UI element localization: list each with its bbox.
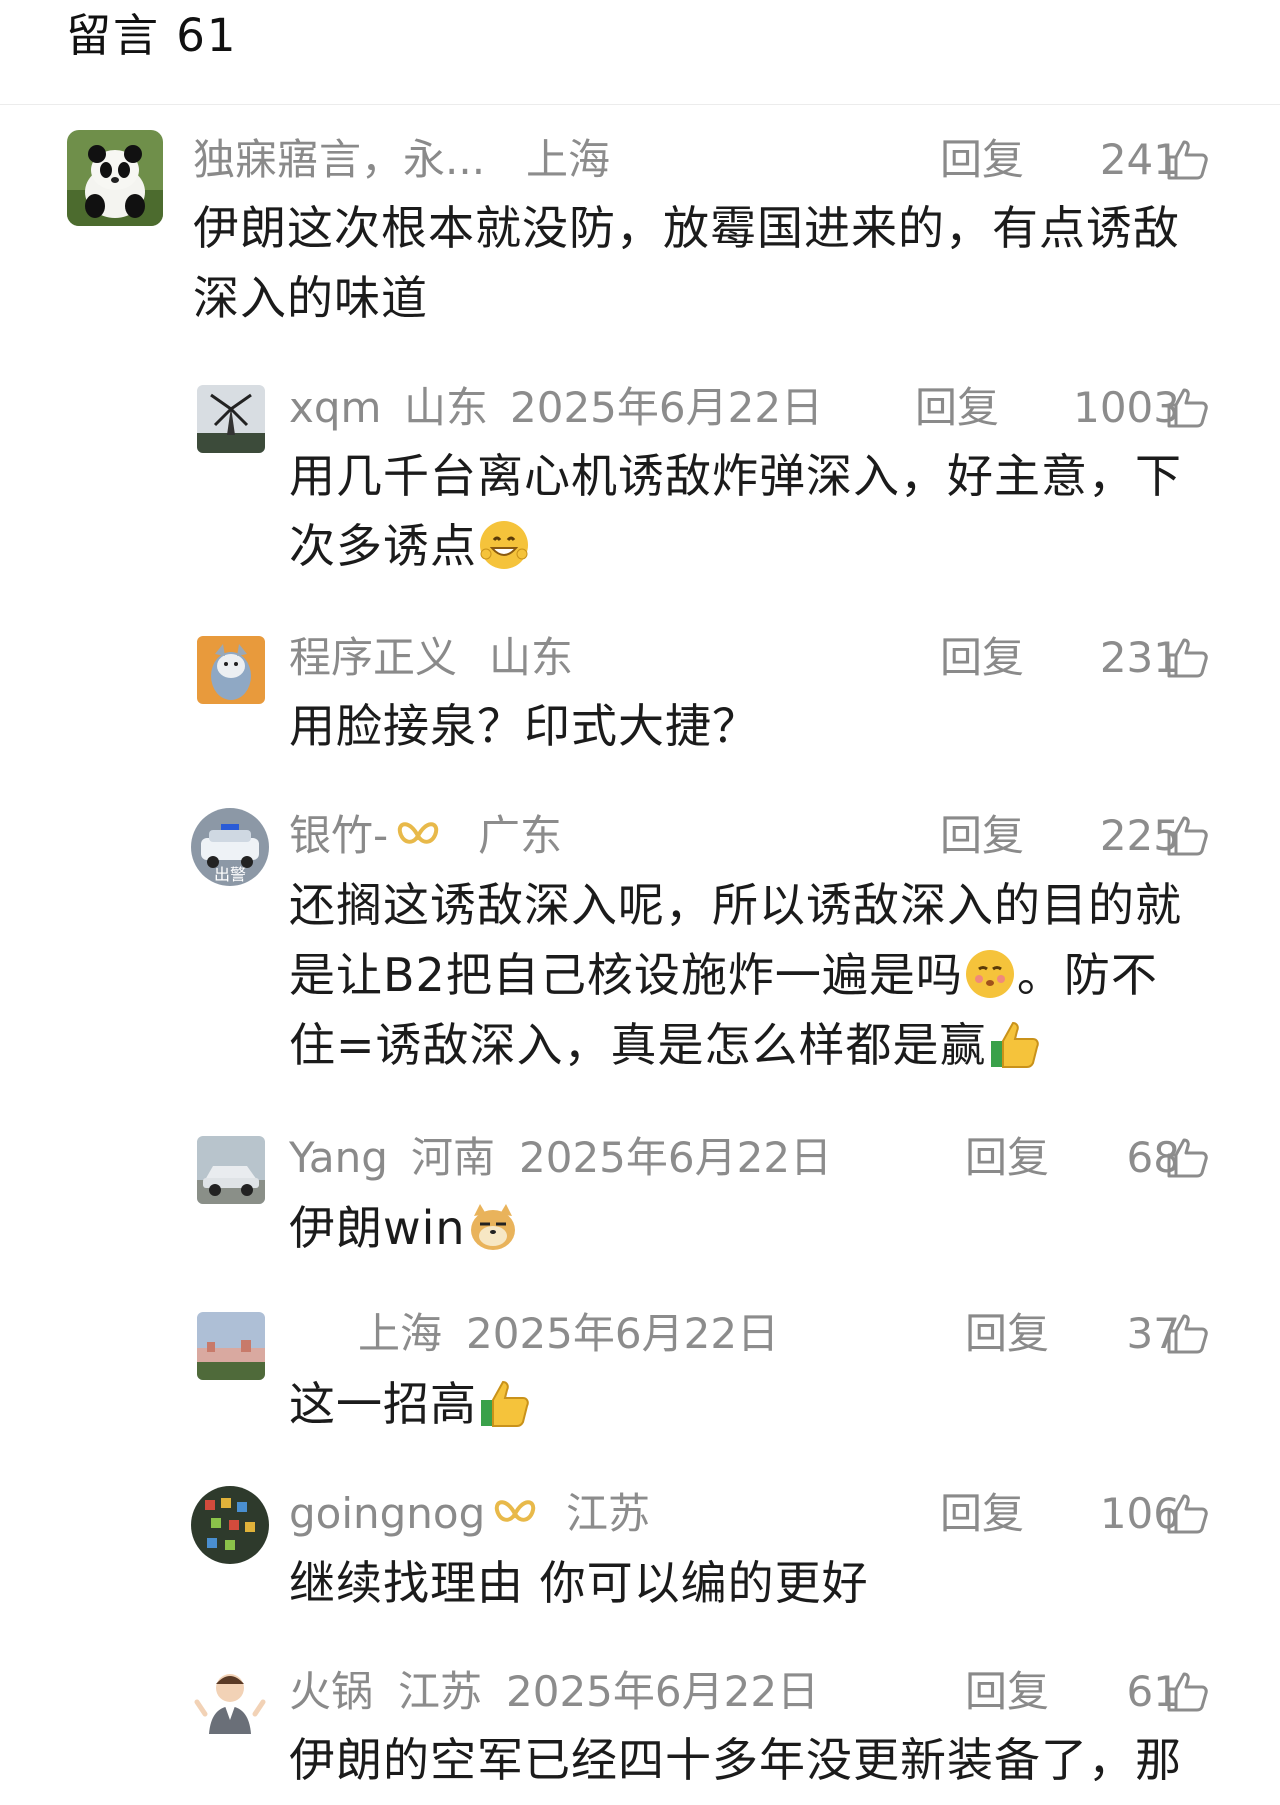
reply-button[interactable]: 回复 [940, 1484, 1024, 1544]
thumbs-up-emoji-icon [477, 1376, 531, 1430]
comment-line: 是让B2把自己核设施炸一遍是吗 [289, 948, 963, 1002]
comment-location: 上海 [358, 1309, 443, 1358]
comment-text: 伊朗win [289, 1193, 520, 1263]
comment-author[interactable]: goingnog [289, 1484, 545, 1544]
butterfly-badge-icon [493, 1490, 537, 1530]
comment-line-tail: 。防不 [1016, 948, 1158, 1002]
thumbs-up-emoji-icon [987, 1017, 1041, 1071]
reply-button[interactable]: 回复 [940, 130, 1024, 190]
comment-location: 上海 [526, 135, 611, 184]
butterfly-badge-icon [396, 812, 440, 852]
comment-text: 继续找理由 你可以编的更好 [289, 1548, 869, 1618]
comment-text: 伊朗的空军已经四十多年没更新装备了，那 [289, 1725, 1182, 1795]
comment-author[interactable]: 银竹- [289, 806, 448, 866]
comment-location: 山东 [404, 383, 489, 432]
thumbs-up-icon[interactable] [1165, 814, 1209, 858]
reply-button[interactable]: 回复 [915, 378, 999, 438]
comment-text: 还搁这诱敌深入呢，所以诱敌深入的目的就 是让B2把自己核设施炸一遍是吗 。防不 住… [289, 870, 1182, 1080]
thumbs-up-icon[interactable] [1165, 1670, 1209, 1714]
comment-date: 2025年6月22日 [510, 383, 824, 432]
comment-text: 伊朗这次根本就没防，放霉国进来的，有点诱敌 深入的味道 [193, 193, 1180, 333]
comment-line: 次多诱点 [289, 519, 477, 573]
comment-text: 这一招高 [289, 1369, 531, 1439]
thumbs-up-icon[interactable] [1165, 1136, 1209, 1180]
comment-line: 用脸接泉？印式大捷？ [289, 699, 759, 753]
comment-text: 用脸接泉？印式大捷？ [289, 691, 759, 761]
author-name: goingnog [289, 1489, 486, 1538]
comment-date: 2025年6月22日 [519, 1133, 833, 1182]
comment-line: 用几千台离心机诱敌炸弹深入，好主意，下 [289, 449, 1182, 503]
reply-button[interactable]: 回复 [940, 628, 1024, 688]
shush-emoji-icon [963, 947, 1017, 1001]
comment-author[interactable]: 程序正义 [289, 628, 457, 688]
author-name: 银竹- [289, 811, 389, 860]
comment-author[interactable]: Yang [289, 1128, 388, 1188]
comment-line: 继续找理由 你可以编的更好 [289, 1556, 869, 1610]
thumbs-up-icon[interactable] [1165, 138, 1209, 182]
comment-line: 伊朗win [289, 1201, 466, 1255]
comment-meta: goingnog 江苏 回复 106 [0, 1484, 1280, 1544]
comment-line: 深入的味道 [193, 271, 428, 325]
thumbs-up-icon[interactable] [1165, 386, 1209, 430]
comment-meta: 上海 2025年6月22日 回复 37 [0, 1304, 1280, 1364]
comment-author[interactable]: 独寐寤言，永... [193, 130, 485, 190]
comment-location: 江苏 [398, 1667, 483, 1716]
comment-location: 河南 [411, 1133, 496, 1182]
like-count: 1003 [1073, 383, 1180, 432]
avatar-label: 出警 [214, 865, 246, 884]
comment-date: 2025年6月22日 [466, 1309, 780, 1358]
comment-location: 江苏 [566, 1489, 651, 1538]
comment-meta: xqm 山东 2025年6月22日 回复 1003 [0, 378, 1280, 438]
comment-line: 伊朗的空军已经四十多年没更新装备了，那 [289, 1733, 1182, 1787]
grin-emoji-icon [477, 518, 531, 572]
comment-location: 广东 [478, 811, 563, 860]
comment-author[interactable]: xqm [289, 378, 381, 438]
reply-button[interactable]: 回复 [965, 1662, 1049, 1722]
reply-button[interactable]: 回复 [965, 1304, 1049, 1364]
comment-meta: Yang 河南 2025年6月22日 回复 68 [0, 1128, 1280, 1188]
comment-meta: 银竹- 广东 回复 225 [0, 806, 1280, 866]
comment-line: 这一招高 [289, 1377, 477, 1431]
comment-line: 还搁这诱敌深入呢，所以诱敌深入的目的就 [289, 878, 1182, 932]
comment-meta: 独寐寤言，永... 上海 回复 241 [0, 130, 1280, 190]
comment-text: 用几千台离心机诱敌炸弹深入，好主意，下 次多诱点 [289, 441, 1182, 581]
doge-emoji-icon [466, 1200, 520, 1254]
comment-location: 山东 [489, 633, 574, 682]
comment-author[interactable]: 火锅 [289, 1662, 373, 1722]
comment-meta: 程序正义 山东 回复 231 [0, 628, 1280, 688]
comment-line: 伊朗这次根本就没防，放霉国进来的，有点诱敌 [193, 201, 1180, 255]
comment-meta: 火锅 江苏 2025年6月22日 回复 61 [0, 1662, 1280, 1722]
comment-line: 住=诱敌深入，真是怎么样都是赢 [289, 1018, 987, 1072]
thumbs-up-icon[interactable] [1165, 1492, 1209, 1536]
reply-button[interactable]: 回复 [940, 806, 1024, 866]
thumbs-up-icon[interactable] [1165, 636, 1209, 680]
reply-button[interactable]: 回复 [965, 1128, 1049, 1188]
thumbs-up-icon[interactable] [1165, 1312, 1209, 1356]
comments-header: 留言 61 [0, 0, 1280, 105]
comment-date: 2025年6月22日 [506, 1667, 820, 1716]
comments-title: 留言 61 [66, 9, 238, 62]
